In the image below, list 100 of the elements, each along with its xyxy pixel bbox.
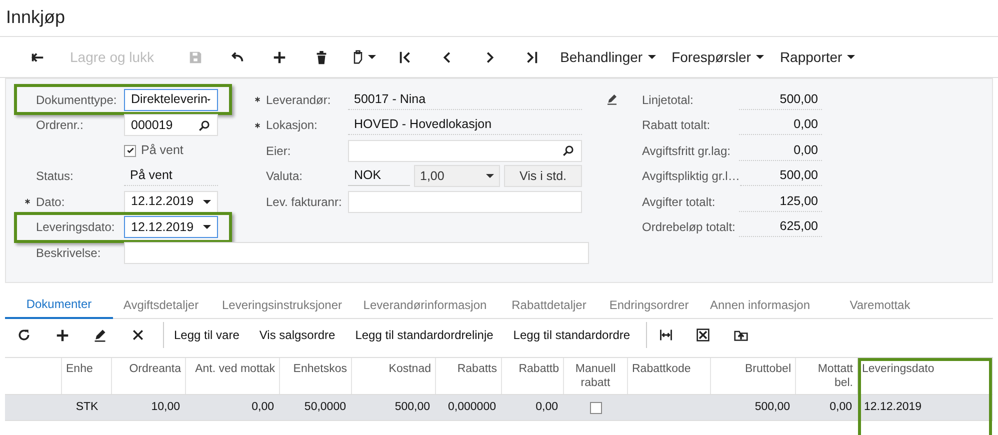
total-label: Rabatt totalt: [642,117,712,134]
undo-icon [230,50,245,64]
total-label: Avgiftsfritt gr.lag: [642,142,732,160]
total-value: 500,00 [738,90,822,110]
rate-dropdown[interactable]: 1,00 [414,165,500,188]
dropdown-field[interactable]: Direkteleverin [124,88,218,111]
column-header[interactable]: Ordreanta [116,362,181,376]
total-value: 0,00 [738,140,822,161]
page-title: Innkjøp [5,6,66,29]
tab[interactable]: Leverandørinformasjon [355,291,495,319]
tab[interactable]: Varemottak [825,291,935,319]
field-label: Leverandør: [266,92,331,109]
field-label: Dokumenttype: [36,92,117,109]
input-field[interactable] [348,190,582,213]
plus-icon [54,328,70,342]
tab[interactable]: Dokumenter [5,291,113,319]
search-icon [198,118,211,132]
excel-icon [696,328,710,342]
table-cell-text: 12.12.2019 [864,400,922,415]
field-label: Status: [36,168,74,186]
plus-icon [272,50,287,64]
total-label: Linjetotal: [642,92,694,109]
grid-toolbar-button[interactable]: Legg til vare [163,322,250,348]
table-cell-text: 500,00 [394,400,430,415]
column-header[interactable]: Rabatts [440,362,497,376]
field-label: Eier: [266,142,291,160]
dropdown-field[interactable]: 12.12.2019 [124,216,218,238]
grid-toolbar-button[interactable]: Vis salgsordre [249,322,346,348]
column-header[interactable]: Manuell rabatt [568,362,623,390]
grid-toolbar-button[interactable]: Legg til standardordrelinje [345,322,504,348]
checkbox-label: På vent [141,142,184,160]
table-cell-text: 10,00 [151,400,180,415]
table-cell-text: 0,00 [252,400,274,415]
fit-width-icon [658,328,673,342]
total-value: 500,00 [740,166,822,186]
checkmark-icon [126,146,134,156]
menu-button[interactable]: Forespørsler [664,42,772,72]
currency-value: NOK [348,166,410,186]
total-label: Avgifter totalt: [642,194,716,211]
input-field[interactable] [124,242,589,264]
field-label: Leveringsdato: [36,219,115,236]
caret-icon [486,174,494,178]
total-label: Avgiftspliktig gr.l… [642,168,740,186]
field-label: Beskrivelse: [36,244,101,262]
column-header[interactable]: Bruttobel [715,362,791,376]
column-header[interactable]: Kostnad [356,362,431,376]
lookup-field[interactable] [348,140,582,162]
pencil-icon [93,328,107,342]
search-icon [562,144,575,158]
table-row[interactable]: STK 10,00 0,00 50,0000 500,00 0,000000 0,00 500,00 0,00 12.12.2019 [5,394,993,421]
table-cell-text: 0,00 [830,400,852,415]
pencil-icon [606,93,618,105]
caret-icon [203,225,211,230]
lookup-field[interactable]: 000019 [124,114,218,136]
tab[interactable]: Rabattdetaljer [495,291,603,319]
tab[interactable]: Avgiftsdetaljer [113,291,209,319]
table-cell-text: STK [76,400,98,415]
field-label: Ordrenr.: [36,117,84,134]
column-header[interactable]: Rabattkode [632,362,706,376]
caret-icon [648,55,656,59]
field-label: Valuta: [266,168,302,186]
table-cell-text: 0,00 [536,400,558,415]
column-header[interactable]: Ant. ved mottak [190,362,275,376]
tab[interactable]: Endringsordrer [603,291,695,319]
save-icon [188,50,203,64]
show-standard-button[interactable]: Vis i std. [504,165,582,188]
tab[interactable]: Leveringsinstruksjoner [209,291,355,319]
total-label: Ordrebeløp totalt: [642,219,736,236]
table-cell-text: 500,00 [754,400,790,415]
save-close-button: Lagre og lukk [58,42,166,72]
field-label: Dato: [36,194,65,211]
total-value: 625,00 [738,217,822,238]
field-label: Lev. fakturanr: [266,194,342,211]
total-value: 0,00 [738,115,822,136]
column-header[interactable]: Mottatt bel. [800,362,853,390]
caret-icon [756,55,764,59]
checkbox[interactable] [124,144,136,157]
field-value: HOVED - Hovedlokasjon [348,115,582,136]
refresh-icon [17,328,31,342]
dropdown-field[interactable]: 12.12.2019 [124,190,218,213]
field-label: Lokasjon: [266,117,318,134]
column-header[interactable]: Rabattb [506,362,559,376]
caret-icon [368,55,376,59]
column-header[interactable]: Leveringsdato [862,362,988,376]
field-value: På vent [124,166,218,186]
caret-icon [203,200,211,204]
menu-button[interactable]: Behandlinger [552,42,664,72]
tab[interactable]: Annen informasjon [695,291,825,319]
upload-icon [734,328,748,342]
caret-icon [847,55,856,59]
field-value: 50017 - Nina [348,90,582,110]
grid-toolbar-button[interactable]: Legg til standardordre [503,322,640,348]
column-header[interactable]: Enhetskos [284,362,347,376]
menu-button[interactable]: Rapporter [772,42,864,72]
close-icon [131,328,145,342]
table-cell-text: 50,0000 [304,400,346,415]
table-cell-text: 0,000000 [448,400,496,415]
column-header[interactable]: Enhe [66,362,107,376]
total-value: 125,00 [738,192,822,212]
checkbox[interactable] [590,402,602,414]
